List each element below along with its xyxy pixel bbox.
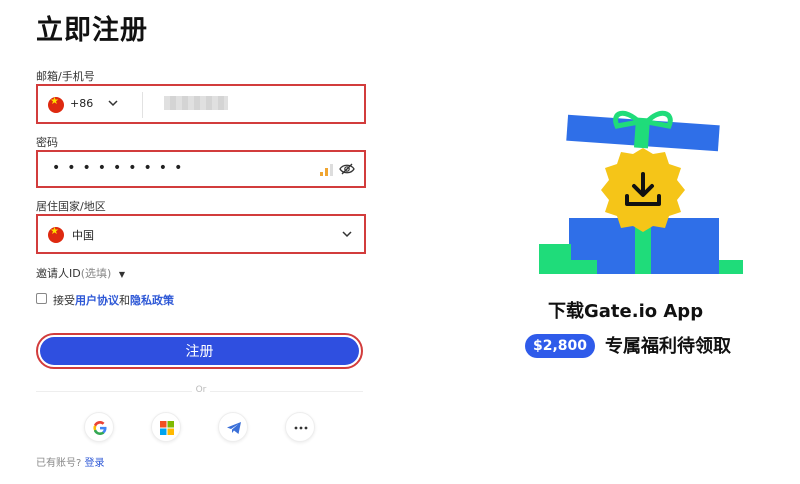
agree-text: 接受用户协议和隐私政策 — [53, 292, 174, 308]
caret-down-icon: ▼ — [118, 270, 125, 279]
page-title: 立即注册 — [36, 15, 148, 46]
login-prompt: 已有账号? — [36, 458, 82, 469]
agree-prefix: 接受 — [53, 294, 75, 307]
or-text: Or — [192, 385, 210, 395]
chevron-down-icon[interactable] — [342, 231, 352, 238]
login-link[interactable]: 登录 — [85, 458, 105, 469]
more-dots-icon — [294, 426, 308, 430]
chevron-down-icon[interactable] — [108, 100, 118, 107]
agree-checkbox[interactable] — [36, 293, 47, 304]
password-input[interactable]: ••••••••• — [52, 160, 189, 176]
country-value: 中国 — [72, 229, 94, 242]
telegram-icon — [227, 422, 241, 434]
strength-icon — [320, 164, 334, 176]
privacy-link[interactable]: 隐私政策 — [130, 294, 174, 307]
country-label: 居住国家/地区 — [36, 200, 106, 213]
submit-highlight: 注册 — [36, 333, 363, 369]
invite-optional: (选填) — [80, 267, 112, 280]
eye-hidden-icon[interactable] — [339, 163, 355, 175]
google-icon — [93, 421, 107, 435]
terms-link[interactable]: 用户协议 — [75, 294, 119, 307]
gift-download-illustration — [539, 110, 743, 274]
promo-title: 下载Gate.io App — [548, 301, 704, 322]
divider — [142, 92, 143, 118]
country-code[interactable]: +86 — [70, 97, 93, 110]
contact-label: 邮箱/手机号 — [36, 70, 95, 83]
phone-input[interactable] — [164, 96, 228, 110]
microsoft-icon — [160, 421, 174, 435]
china-flag-icon: ★ — [48, 97, 64, 113]
password-label: 密码 — [36, 136, 58, 149]
telegram-login-button[interactable] — [218, 412, 248, 442]
register-button[interactable]: 注册 — [40, 337, 359, 365]
country-select[interactable]: ★ 中国 — [36, 214, 366, 254]
agree-and: 和 — [119, 294, 130, 307]
promo-amount-badge: $2,800 — [525, 334, 596, 358]
more-login-button[interactable] — [285, 412, 315, 442]
google-login-button[interactable] — [84, 412, 114, 442]
china-flag-icon: ★ — [48, 227, 64, 243]
promo-subtitle: 专属福利待领取 — [605, 336, 731, 357]
invite-toggle[interactable]: 邀请人ID(选填) ▼ — [36, 265, 125, 281]
login-line: 已有账号? 登录 — [36, 454, 105, 469]
invite-label: 邀请人ID — [36, 267, 81, 280]
microsoft-login-button[interactable] — [151, 412, 181, 442]
